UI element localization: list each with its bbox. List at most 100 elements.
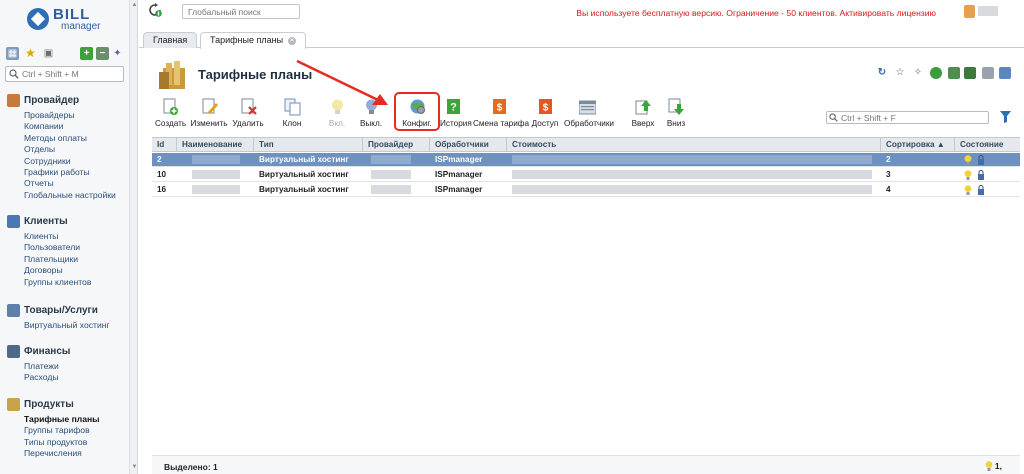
logo-sub: manager: [61, 21, 101, 32]
table-row[interactable]: 10 Виртуальный хостинг ISPmanager 3: [152, 168, 1020, 182]
star-icon[interactable]: ★: [24, 47, 37, 60]
menu-group-title[interactable]: Финансы: [7, 344, 135, 358]
refresh-icon[interactable]: ↻: [876, 67, 888, 79]
collapse-icon[interactable]: −: [96, 47, 109, 60]
column-header-id[interactable]: Id: [152, 138, 177, 152]
refresh-notify-icon[interactable]: [148, 3, 163, 18]
cell-state: [955, 183, 1020, 197]
sidebar-item[interactable]: Графики работы: [24, 167, 135, 178]
disable-button[interactable]: Выкл.: [359, 98, 383, 132]
table-row[interactable]: 16 Виртуальный хостинг ISPmanager 4: [152, 183, 1020, 197]
cell-type: Виртуальный хостинг: [259, 185, 349, 194]
pin-icon[interactable]: ✧: [912, 67, 924, 79]
billmanager-logo-icon: [27, 8, 49, 30]
expand-icon[interactable]: +: [80, 47, 93, 60]
edit-button[interactable]: Изменить: [190, 98, 228, 132]
sidebar-scrollbar[interactable]: ▲ ▼: [129, 0, 137, 474]
filter-input[interactable]: [826, 111, 989, 124]
cell-id: 16: [157, 185, 167, 194]
column-header-handlers[interactable]: Обработчики: [430, 138, 507, 152]
column-header-name[interactable]: Наименование: [177, 138, 254, 152]
move-down-button[interactable]: Вниз: [665, 98, 687, 132]
sidebar-item[interactable]: Отделы: [24, 144, 135, 155]
svg-text:$: $: [542, 103, 548, 114]
sidebar-item-active[interactable]: Тарифные планы: [24, 414, 135, 425]
global-search-input[interactable]: [182, 4, 300, 19]
sidebar-search-input[interactable]: [5, 66, 124, 82]
sidebar-item[interactable]: Группы тарифов: [24, 425, 135, 436]
search-icon: [829, 113, 838, 122]
tab-home[interactable]: Главная: [143, 32, 198, 48]
sidebar-item[interactable]: Сотрудники: [24, 156, 135, 167]
sidebar-item[interactable]: Виртуальный хостинг: [24, 320, 135, 331]
user-avatar-icon[interactable]: [964, 5, 975, 18]
bulb-on-icon: [964, 185, 972, 195]
menu-group-title[interactable]: Продукты: [7, 397, 135, 411]
create-button[interactable]: Создать: [155, 98, 186, 132]
sidebar-toolbar: ▦ ★ ▣ + − ✦: [6, 47, 132, 61]
delete-icon: [241, 98, 257, 115]
products-icon: [7, 397, 20, 411]
access-button[interactable]: $ Доступ: [531, 98, 559, 132]
window-icon[interactable]: [999, 67, 1011, 79]
provider-icon: [7, 93, 20, 107]
scroll-up-icon[interactable]: ▲: [131, 2, 137, 9]
handlers-icon: [578, 100, 596, 115]
menu-group-services: Товары/Услуги Виртуальный хостинг: [7, 303, 135, 331]
column-header-provider[interactable]: Провайдер: [363, 138, 430, 152]
close-icon[interactable]: ✕: [288, 36, 297, 45]
menu-group-title[interactable]: Клиенты: [7, 214, 135, 228]
create-icon: [163, 98, 178, 115]
sidebar-item[interactable]: Типы продуктов: [24, 437, 135, 448]
sidebar-item[interactable]: Договоры: [24, 265, 135, 276]
top-bar: Вы используете бесплатную версию. Ограни…: [139, 0, 1024, 26]
menu-group-title[interactable]: Товары/Услуги: [7, 303, 135, 317]
svg-text:?: ?: [450, 102, 457, 114]
redacted-value: [512, 170, 872, 179]
favorite-star-icon[interactable]: ☆: [894, 67, 906, 79]
tab-tariff-plans[interactable]: Тарифные планы ✕: [200, 32, 307, 49]
sidebar-item[interactable]: Методы оплаты: [24, 133, 135, 144]
print-icon[interactable]: [982, 67, 994, 79]
sidebar-item[interactable]: Провайдеры: [24, 110, 135, 121]
user-name[interactable]: [978, 6, 998, 16]
change-tariff-icon: $: [492, 99, 506, 114]
logo[interactable]: BILL manager: [27, 6, 107, 37]
cell-provider: [363, 153, 430, 167]
sidebar-item[interactable]: Плательщики: [24, 254, 135, 265]
table-row[interactable]: 2 Виртуальный хостинг ISPmanager 2: [152, 153, 1020, 167]
sidebar-item[interactable]: Расходы: [24, 372, 135, 383]
delete-button[interactable]: Удалить: [231, 98, 265, 132]
scroll-down-icon[interactable]: ▼: [131, 464, 137, 471]
grid-icon[interactable]: ▦: [6, 47, 19, 60]
license-warning-link[interactable]: Вы используете бесплатную версию. Ограни…: [576, 8, 936, 18]
sidebar-item[interactable]: Платежи: [24, 361, 135, 372]
filter-funnel-icon[interactable]: [1000, 111, 1011, 123]
sidebar-item[interactable]: Клиенты: [24, 231, 135, 242]
cell-sort: 4: [886, 185, 891, 194]
sidebar-item[interactable]: Отчеты: [24, 178, 135, 189]
handlers-button[interactable]: Обработчики: [564, 98, 614, 132]
move-up-button[interactable]: Вверх: [631, 98, 655, 132]
sidebar-item[interactable]: Глобальные настройки: [24, 190, 135, 201]
pin-icon[interactable]: ✦: [111, 47, 124, 60]
menu-group-title[interactable]: Провайдер: [7, 93, 135, 107]
change-tariff-button[interactable]: $ Смена тарифа: [473, 98, 529, 132]
cell-name: [177, 168, 254, 182]
sidebar-item[interactable]: Перечисления: [24, 448, 135, 459]
sidebar-item[interactable]: Компании: [24, 121, 135, 132]
help-globe-icon[interactable]: [930, 67, 942, 79]
bag-icon[interactable]: ▣: [42, 47, 55, 60]
sidebar-item[interactable]: Пользователи: [24, 242, 135, 253]
clone-button[interactable]: Клон: [281, 98, 303, 132]
column-header-cost[interactable]: Стоимость: [507, 138, 881, 152]
history-button[interactable]: ? История: [440, 98, 472, 132]
sidebar-item[interactable]: Группы клиентов: [24, 277, 135, 288]
export-xls-icon[interactable]: [964, 67, 976, 79]
column-header-state[interactable]: Состояние: [955, 138, 1020, 152]
column-header-sort[interactable]: Сортировка ▲: [881, 138, 955, 152]
bulb-on-icon: [985, 461, 992, 471]
enable-button[interactable]: Вкл.: [327, 98, 347, 132]
export-csv-icon[interactable]: [948, 67, 960, 79]
column-header-type[interactable]: Тип: [254, 138, 363, 152]
